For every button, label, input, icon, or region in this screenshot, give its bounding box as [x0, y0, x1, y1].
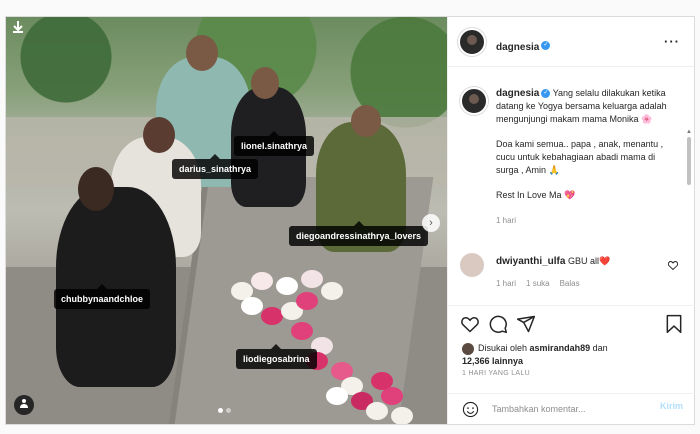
heart-icon[interactable] — [460, 314, 480, 334]
post-side-panel: dagnesia ✓ ··· ▲ dagnesia ✓ Yang selalu di… — [447, 17, 694, 424]
scroll-up-icon[interactable]: ▲ — [686, 129, 692, 135]
photo-tag-chubby[interactable]: chubbynaandchloe — [54, 284, 151, 309]
share-icon[interactable] — [516, 314, 536, 334]
verified-badge-icon: ✓ — [541, 89, 551, 99]
person-5-head — [78, 167, 114, 211]
flower-blob — [291, 322, 313, 340]
photo-tag-lionel[interactable]: lionel.sinathrya — [234, 131, 315, 156]
flower-blob — [326, 387, 348, 405]
person-3-head — [351, 105, 381, 137]
flower-blob — [276, 277, 298, 295]
person-5 — [56, 187, 176, 387]
commenter-avatar[interactable] — [460, 253, 484, 277]
post-card: lionel.sinathrya darius_sinathrya diegoa… — [5, 16, 695, 425]
carousel-dot — [218, 408, 223, 413]
author-avatar[interactable] — [458, 28, 486, 56]
caption-username[interactable]: dagnesia — [496, 88, 539, 99]
post-actions: Disukai oleh asmirandah89 dan 12,366 lai… — [448, 305, 693, 393]
emoji-icon[interactable] — [462, 401, 479, 418]
comment-composer: Kirim — [448, 393, 693, 424]
photo-flowers — [221, 252, 421, 424]
carousel-dots — [218, 408, 231, 413]
flower-blob — [251, 272, 273, 290]
person-2-head — [251, 67, 279, 99]
flower-blob — [321, 282, 343, 300]
comments-scrollbar[interactable] — [687, 137, 691, 185]
flower-blob — [366, 402, 388, 420]
comment-like-icon[interactable] — [667, 261, 679, 272]
person-4-head — [143, 117, 175, 153]
likes-and: dan — [592, 343, 608, 353]
caption-time: 1 hari — [496, 216, 517, 225]
post-comment-button[interactable]: Kirim — [660, 401, 683, 411]
comment-meta: 1 hari 1 suka Balas — [496, 279, 580, 288]
flower-blob — [241, 297, 263, 315]
carousel-dot — [226, 408, 231, 413]
likes-prefix: Disukai oleh — [478, 343, 528, 353]
comment-reply[interactable]: Balas — [560, 279, 580, 288]
commenter-username[interactable]: dwiyanthi_ulfa — [496, 256, 565, 267]
likes-count[interactable]: 12,366 lainnya — [462, 356, 523, 366]
comment-time: 1 hari — [496, 279, 517, 288]
flower-blob — [391, 407, 413, 424]
liker-avatar[interactable] — [462, 342, 474, 355]
verified-badge-icon: ✓ — [541, 41, 551, 51]
comments-area: ▲ dagnesia ✓ Yang selalu dilakukan ketika… — [448, 67, 693, 305]
flower-blob — [301, 270, 323, 288]
author-name-row: dagnesia ✓ — [496, 37, 551, 55]
photo-tag-diego[interactable]: diegoandressinathrya_lovers — [289, 221, 429, 246]
more-options-icon[interactable]: ··· — [664, 34, 680, 49]
author-username[interactable]: dagnesia — [496, 42, 539, 53]
photo-tag-darius[interactable]: darius_sinathrya — [172, 154, 259, 179]
flower-blob — [296, 292, 318, 310]
next-image-arrow[interactable]: › — [422, 214, 440, 232]
comment-text: dwiyanthi_ulfa GBU all❤️ — [496, 256, 610, 267]
caption-avatar[interactable] — [460, 87, 488, 115]
top-bar — [0, 0, 700, 16]
caption-line-2: Doa kami semua.. papa , anak, menantu , … — [496, 139, 664, 175]
liker-username[interactable]: asmirandah89 — [530, 343, 591, 353]
comment-icon[interactable] — [488, 314, 508, 334]
download-icon[interactable] — [9, 20, 27, 38]
post-header: dagnesia ✓ ··· — [448, 17, 694, 67]
comment-input[interactable] — [492, 400, 640, 418]
comment-body: GBU all❤️ — [567, 256, 611, 266]
comment-likes[interactable]: 1 suka — [526, 279, 550, 288]
bookmark-icon[interactable] — [664, 314, 684, 334]
flower-blob — [371, 372, 393, 390]
post-date[interactable]: 1 HARI YANG LALU — [462, 370, 530, 377]
flower-blob — [261, 307, 283, 325]
post-photo[interactable]: lionel.sinathrya darius_sinathrya diegoa… — [6, 17, 447, 424]
user-tag-icon[interactable] — [14, 395, 34, 415]
likes-summary: Disukai oleh asmirandah89 dan 12,366 lai… — [462, 342, 608, 367]
caption-text: dagnesia ✓ Yang selalu dilakukan ketika d… — [496, 87, 680, 227]
photo-tag-liodiego[interactable]: liodiegosabrina — [236, 344, 317, 369]
person-1-head — [186, 35, 218, 71]
caption-line-3: Rest In Love Ma 💖 — [496, 190, 576, 200]
